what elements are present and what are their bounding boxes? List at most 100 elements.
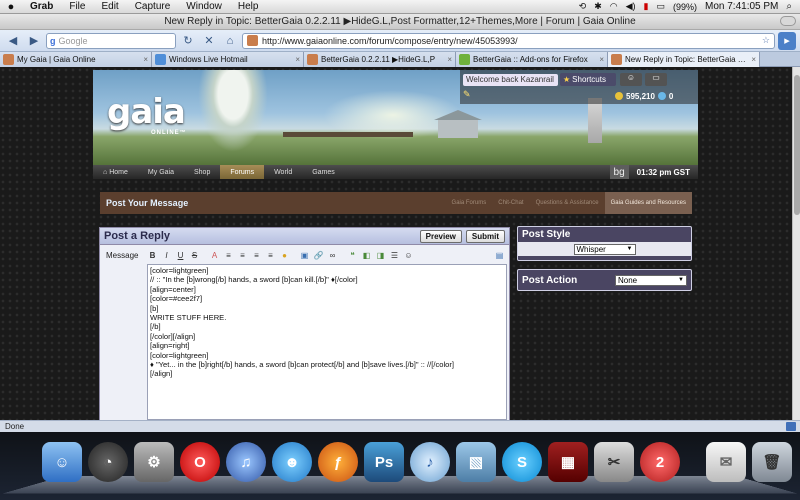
menu-app-name[interactable]: Grab xyxy=(22,1,61,12)
opera-icon[interactable]: O xyxy=(180,442,220,482)
breadcrumb-questions[interactable]: Questions & Assistance xyxy=(530,192,605,214)
nav-world[interactable]: World xyxy=(264,165,302,179)
tab-close-icon[interactable]: × xyxy=(599,55,604,64)
volume-icon[interactable]: ◀) xyxy=(626,1,636,12)
profile-icon[interactable]: ☺ xyxy=(620,73,642,86)
grab-icon[interactable]: ✂ xyxy=(594,442,634,482)
breadcrumb-chit-chat[interactable]: Chit-Chat xyxy=(492,192,529,214)
list-icon[interactable]: ☰ xyxy=(389,250,400,261)
nav-shop[interactable]: Shop xyxy=(184,165,220,179)
menu-file[interactable]: File xyxy=(61,1,93,12)
mail-icon[interactable]: ✉ xyxy=(706,442,746,482)
url-text[interactable]: http://www.gaiaonline.com/forum/compose/… xyxy=(262,36,518,46)
addon-icon[interactable]: ▸ xyxy=(778,32,796,50)
apple-menu-icon[interactable]: ● xyxy=(0,1,22,13)
preview-button[interactable]: Preview xyxy=(420,230,462,243)
bluetooth-icon[interactable]: ✱ xyxy=(594,1,602,12)
resize-editor-icon[interactable]: ▤ xyxy=(494,250,505,261)
breadcrumb-guides-resources[interactable]: Gaia Guides and Resources xyxy=(605,192,692,214)
scrollbar-thumb[interactable] xyxy=(794,75,800,215)
strikethrough-icon[interactable]: S xyxy=(189,250,200,261)
align-left-icon[interactable]: ≡ xyxy=(223,250,234,261)
tab-new-reply[interactable]: New Reply in Topic: BetterGaia 0.2... × xyxy=(608,52,760,67)
post-style-select[interactable]: Whisper ▼ xyxy=(574,244,636,255)
bold-icon[interactable]: B xyxy=(147,250,158,261)
gaia-logo[interactable]: gaia xyxy=(107,92,185,132)
tab-bettergaia-addons[interactable]: BetterGaia :: Add-ons for Firefox × xyxy=(456,52,608,67)
finder-icon[interactable]: ☺ xyxy=(42,442,82,482)
menu-window[interactable]: Window xyxy=(178,1,230,12)
time-machine-icon[interactable]: ⟲ xyxy=(579,1,587,12)
status-addon-icon[interactable] xyxy=(786,422,796,431)
tab-close-icon[interactable]: × xyxy=(751,55,756,64)
tab-close-icon[interactable]: × xyxy=(447,55,452,64)
google-search-icon[interactable]: g xyxy=(50,36,56,46)
bookmark-star-icon[interactable]: ☆ xyxy=(762,35,770,46)
tab-my-gaia[interactable]: My Gaia | Gaia Online × xyxy=(0,52,152,67)
menu-help[interactable]: Help xyxy=(230,1,267,12)
forward-icon[interactable]: ▶ xyxy=(25,32,43,50)
system-preferences-icon[interactable]: ⚙ xyxy=(134,442,174,482)
shortcuts-button[interactable]: ★ Shortcuts xyxy=(560,73,616,86)
flag-icon[interactable]: ▮ xyxy=(644,1,649,12)
nav-my-gaia[interactable]: My Gaia xyxy=(138,165,184,179)
welcome-message[interactable]: Welcome back Kazanrail xyxy=(463,74,558,86)
chat-bubble-icon[interactable]: ✎ xyxy=(463,89,477,101)
stop-icon[interactable]: ✕ xyxy=(200,32,218,50)
bettergaia-button[interactable]: bg xyxy=(610,165,629,179)
spoiler-icon[interactable]: ◨ xyxy=(375,250,386,261)
nav-forums[interactable]: Forums xyxy=(220,165,264,179)
firefox-icon[interactable]: ƒ xyxy=(318,442,358,482)
underline-icon[interactable]: U xyxy=(175,250,186,261)
trash-icon[interactable]: 🗑 xyxy=(752,442,792,482)
nav-home[interactable]: ⌂ Home xyxy=(93,165,138,179)
messenger-icon[interactable]: ☻ xyxy=(272,442,312,482)
battery-icon[interactable]: ▭ xyxy=(656,1,665,12)
page-scrollbar[interactable] xyxy=(792,67,800,420)
photoshop-icon[interactable]: Ps xyxy=(364,442,404,482)
dashboard-icon[interactable]: ◔ xyxy=(88,442,128,482)
tab-bettergaia-topic[interactable]: BetterGaia 0.2.2.11 ▶HideG.L,P × xyxy=(304,52,456,67)
preview-icon[interactable]: ▧ xyxy=(456,442,496,482)
breadcrumb-gaia-forums[interactable]: Gaia Forums xyxy=(446,192,493,214)
nav-games[interactable]: Games xyxy=(302,165,345,179)
spotlight-icon[interactable]: ⌕ xyxy=(786,1,792,12)
tab-close-icon[interactable]: × xyxy=(143,55,148,64)
wifi-icon[interactable]: ◠ xyxy=(610,1,618,12)
link-icon[interactable]: ∞ xyxy=(327,250,338,261)
window-titlebar[interactable]: New Reply in Topic: BetterGaia 0.2.2.11 … xyxy=(0,14,800,30)
reload-icon[interactable]: ↻ xyxy=(179,32,197,50)
home-icon[interactable]: ⌂ xyxy=(221,32,239,50)
url-icon[interactable]: 🔗 xyxy=(313,250,324,261)
font-size-icon[interactable]: A xyxy=(209,250,220,261)
url-bar[interactable]: http://www.gaiaonline.com/forum/compose/… xyxy=(242,33,775,49)
submit-button[interactable]: Submit xyxy=(466,230,505,243)
post-action-select[interactable]: None ▼ xyxy=(615,275,687,286)
music-icon[interactable]: ♪ xyxy=(410,442,450,482)
photo-booth-icon[interactable]: ▦ xyxy=(548,442,588,482)
align-justify-icon[interactable]: ≡ xyxy=(265,250,276,261)
code-icon[interactable]: ◧ xyxy=(361,250,372,261)
app-2-icon[interactable]: 2 xyxy=(640,442,680,482)
back-icon[interactable]: ◀ xyxy=(4,32,22,50)
skype-icon[interactable]: S xyxy=(502,442,542,482)
image-icon[interactable]: ▣ xyxy=(299,250,310,261)
italic-icon[interactable]: I xyxy=(161,250,172,261)
emoticon-icon[interactable]: ☺ xyxy=(403,250,414,261)
message-textarea[interactable]: [color=lightgreen] // :: "In the [b]wron… xyxy=(147,264,507,420)
quote-icon[interactable]: ❝ xyxy=(347,250,358,261)
tab-hotmail[interactable]: Windows Live Hotmail × xyxy=(152,52,304,67)
align-right-icon[interactable]: ≡ xyxy=(251,250,262,261)
tab-close-icon[interactable]: × xyxy=(295,55,300,64)
menu-capture[interactable]: Capture xyxy=(127,1,179,12)
menu-edit[interactable]: Edit xyxy=(93,1,126,12)
message-label: Message xyxy=(106,251,138,260)
search-input[interactable]: g Google xyxy=(46,33,176,49)
toolbar-toggle-button[interactable] xyxy=(780,16,796,26)
dropdown-arrow-icon: ▼ xyxy=(678,277,684,283)
menubar-clock[interactable]: Mon 7:41:05 PM xyxy=(705,1,778,12)
inbox-icon[interactable]: ▭ xyxy=(645,73,667,86)
color-icon[interactable]: ● xyxy=(279,250,290,261)
itunes-icon[interactable]: ♫ xyxy=(226,442,266,482)
align-center-icon[interactable]: ≡ xyxy=(237,250,248,261)
